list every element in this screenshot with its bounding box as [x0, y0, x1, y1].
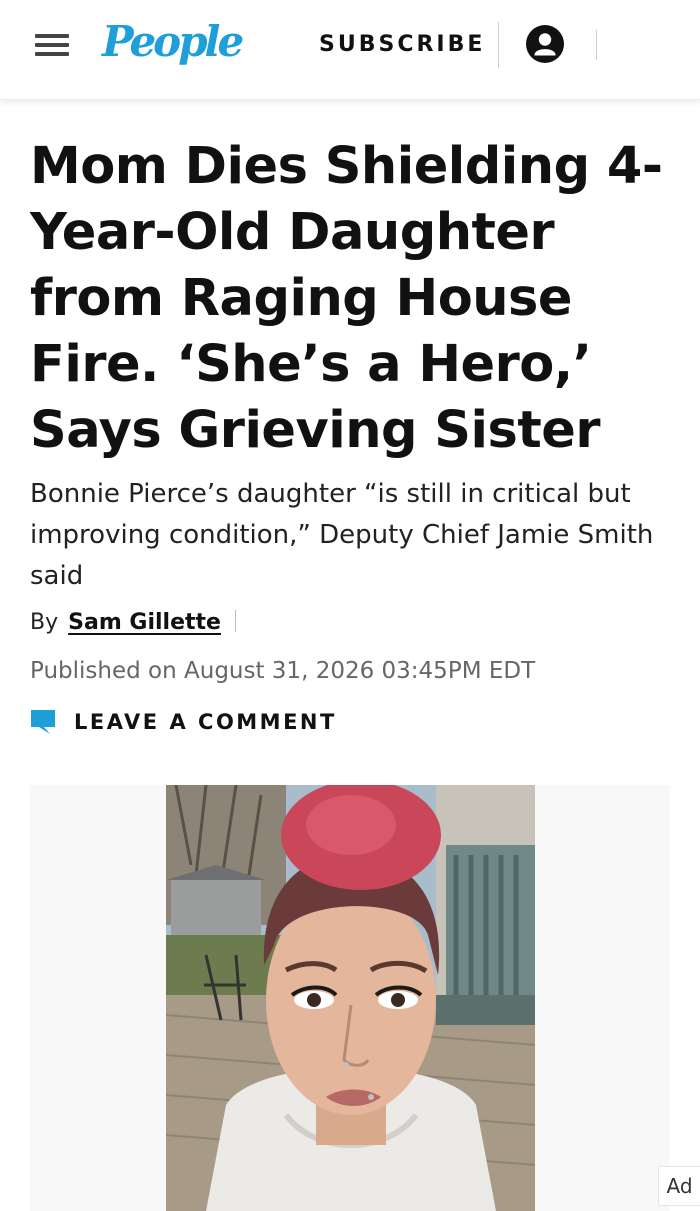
leave-comment-button[interactable]: LEAVE A COMMENT: [30, 704, 337, 740]
byline-prefix: By: [30, 610, 59, 635]
author-link[interactable]: Sam Gillette: [68, 610, 221, 635]
people-logo[interactable]: People: [102, 16, 244, 68]
speech-bubble-icon: [31, 710, 55, 734]
byline: By Sam Gillette: [30, 606, 221, 640]
subscribe-link[interactable]: SUBSCRIBE: [319, 28, 485, 62]
site-header: People SUBSCRIBE: [0, 0, 700, 100]
publish-date: Published on August 31, 2026 03:45PM EDT: [30, 658, 536, 684]
article-subheadline: Bonnie Pierce’s daughter “is still in cr…: [30, 479, 654, 591]
byline-divider: [235, 610, 236, 632]
leave-comment-label: LEAVE A COMMENT: [74, 710, 337, 734]
account-circle-icon[interactable]: [526, 25, 564, 63]
article-photo: [166, 785, 535, 1211]
header-divider: [596, 30, 597, 60]
hamburger-menu-icon[interactable]: [35, 34, 69, 58]
ad-badge[interactable]: Ad: [658, 1166, 700, 1206]
header-divider: [498, 22, 499, 68]
selfie-photo-illustration: [166, 785, 535, 1211]
article-headline: Mom Dies Shielding 4-Year-Old Daughter f…: [30, 137, 663, 460]
